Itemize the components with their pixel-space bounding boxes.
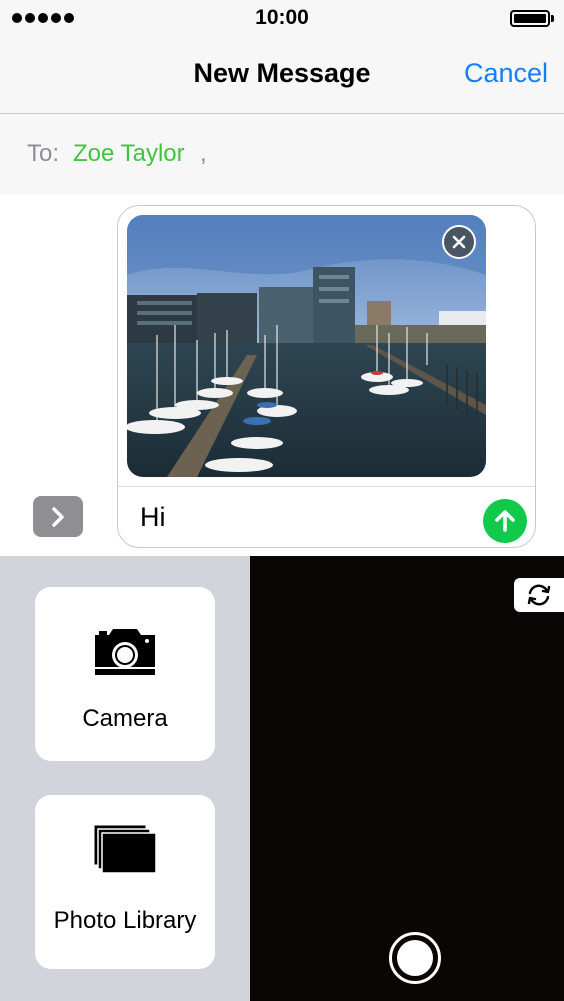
compose-box[interactable]: Hi [117,205,536,548]
camera-icon [95,629,155,675]
shutter-button[interactable] [389,932,441,984]
send-button[interactable] [483,499,527,543]
recipient-separator: , [200,140,207,167]
camera-flip-icon [527,584,551,606]
battery-full-icon [510,10,554,27]
arrow-up-icon [495,510,515,532]
close-circle-icon [452,235,466,249]
status-time: 10:00 [255,6,309,29]
camera-preview [250,556,564,1001]
camera-label: Camera [82,705,168,732]
shutter-icon [395,938,435,978]
message-input[interactable]: Hi [140,502,166,533]
camera-tile[interactable]: Camera [35,587,215,761]
photo-library-tile[interactable]: Photo Library [35,795,215,969]
photo-attachment[interactable] [127,215,486,477]
photo-library-label: Photo Library [53,907,197,934]
chevron-right-icon [52,506,64,527]
expand-apps-button[interactable] [33,496,83,537]
media-picker-panel: Camera Photo Library [0,556,250,1001]
harbor-photo-thumbnail [127,215,486,477]
flip-camera-button[interactable] [514,578,564,612]
cancel-button[interactable]: Cancel [464,58,548,89]
remove-attachment-button[interactable] [442,225,476,259]
status-bar: 10:00 [0,0,564,36]
recipient-token[interactable]: Zoe Taylor [73,140,185,168]
nav-bar: New Message Cancel [0,36,564,114]
compose-divider [118,486,535,487]
photo-stack-icon [93,824,157,874]
to-label: To: [27,140,60,167]
to-field[interactable]: To: Zoe Taylor , [0,114,564,194]
